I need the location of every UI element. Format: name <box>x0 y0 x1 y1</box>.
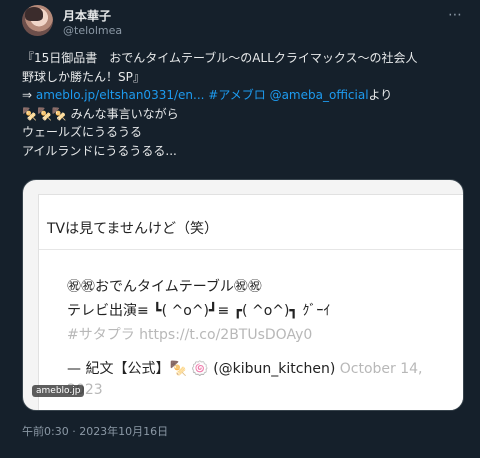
embed-line-2: テレビ出演≡ ┗( ^o^)┛≡ ┏( ^o^)┓ ｸﾞｰｲ <box>67 303 331 319</box>
suffix-text: より <box>368 88 393 102</box>
tweet-line-4: 🍢🍢🍢 みんな事言いながら <box>22 106 179 121</box>
embed-line-3: #サタプラ https://t.co/2BTUsDOAy0 <box>67 327 313 343</box>
tweet-line-1: 『15日御品書 おでんタイムテーブル〜のALLクライマックス〜の社会人 <box>22 51 418 65</box>
tweet-line-5: ウェールズにうるうる <box>22 125 143 139</box>
tweet-line-2: 野球しか勝たん！SP』 <box>22 69 145 84</box>
link-card[interactable]: TVは見てませんけど（笑） ㊗㊗おでんタイムテーブル㊗㊗ テレビ出演≡ ┗( ^… <box>22 179 464 411</box>
embed-line-1: ㊗㊗おでんタイムテーブル㊗㊗ <box>67 279 262 295</box>
card-preview-image: TVは見てませんけど（笑） ㊗㊗おでんタイムテーブル㊗㊗ テレビ出演≡ ┗( ^… <box>38 194 463 410</box>
user-handle[interactable]: @telolmea <box>63 24 122 37</box>
tweet-line-3: ⇒ ameblo.jp/eltshan0331/en... #アメブロ @ame… <box>22 86 462 105</box>
arrow-prefix: ⇒ <box>22 88 36 102</box>
embed-date: October 14, <box>339 361 423 377</box>
article-link[interactable]: ameblo.jp/eltshan0331/en... <box>36 88 205 102</box>
avatar-hair <box>25 7 43 21</box>
embed-line-4: — 紀文【公式】🍢 🍥 (@kibun_kitchen) October 14, <box>67 358 423 378</box>
display-name[interactable]: 月本華子 <box>63 7 111 24</box>
hashtag-link[interactable]: #アメブロ <box>208 88 265 102</box>
tweet-line-6: アイルランドにうるうるる... <box>22 143 177 158</box>
mention-link[interactable]: @ameba_official <box>270 88 369 102</box>
card-lead-text: TVは見てませんけど（笑） <box>47 221 219 237</box>
more-options-icon[interactable]: ⋯ <box>448 7 463 23</box>
card-domain-badge: ameblo.jp <box>32 385 85 397</box>
tweet-timestamp[interactable]: 午前0:30 · 2023年10月16日 <box>22 423 168 439</box>
embedded-tweet: ㊗㊗おでんタイムテーブル㊗㊗ テレビ出演≡ ┗( ^o^)┛≡ ┏( ^o^)┓… <box>39 249 463 410</box>
avatar[interactable] <box>22 5 53 36</box>
embed-author: — 紀文【公式】🍢 🍥 (@kibun_kitchen) <box>67 361 336 377</box>
tweet-text: 『15日御品書 おでんタイムテーブル〜のALLクライマックス〜の社会人 野球しか… <box>22 49 462 160</box>
